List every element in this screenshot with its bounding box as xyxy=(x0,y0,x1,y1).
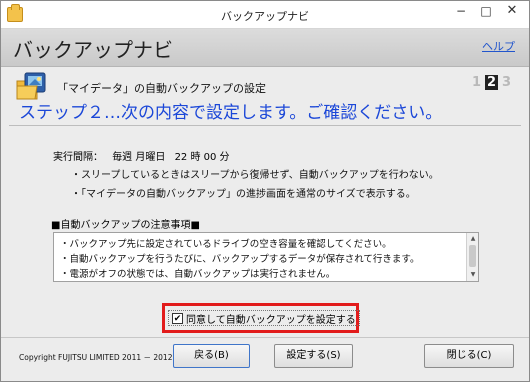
maximize-button[interactable]: □ xyxy=(475,1,497,21)
back-button[interactable]: 戻る(B) xyxy=(173,344,250,368)
step-indicator: 123 xyxy=(468,75,513,90)
notes-title: ■自動バックアップの注意事項■ xyxy=(51,220,200,231)
step-1: 1 xyxy=(471,75,482,90)
scroll-down-arrow-icon[interactable]: ▼ xyxy=(468,270,478,280)
step-2-current: 2 xyxy=(485,75,498,90)
backup-folder-icon xyxy=(16,72,46,100)
note-line: ・電源がオフの状態では、自動バックアップは実行されません。 xyxy=(60,269,336,280)
schedule-frequency: 毎週 月曜日 xyxy=(112,152,166,163)
notes-textbox[interactable]: ・バックアップ先に設定されているドライブの空き容量を確認してください。 ・自動バ… xyxy=(53,232,479,282)
close-button[interactable]: 閉じる(C) xyxy=(424,344,514,368)
backup-navi-window: バックアップナビ − □ ✕ バックアップナビ ヘルプ 「マイデータ」の自動バッ… xyxy=(0,0,530,382)
note-line: ・バックアップ先に設定されているドライブの空き容量を確認してください。 xyxy=(60,239,392,250)
scroll-up-arrow-icon[interactable]: ▲ xyxy=(468,234,478,244)
agree-checkbox-row[interactable]: ✔ 同意して自動バックアップを設定する xyxy=(168,310,360,326)
setting-bullet-sleep: ・スリープしているときはスリープから復帰せず、自動バックアップを行わない。 xyxy=(71,170,439,181)
agree-checkbox[interactable]: ✔ xyxy=(172,312,183,324)
set-button[interactable]: 設定する(S) xyxy=(274,344,353,368)
minimize-button[interactable]: − xyxy=(450,1,472,21)
note-line: ・自動バックアップを行うたびに、バックアップするデータが保存されて行きます。 xyxy=(60,254,420,265)
header-band: バックアップナビ ヘルプ xyxy=(1,29,529,67)
divider xyxy=(9,125,521,126)
help-link[interactable]: ヘルプ xyxy=(482,38,515,54)
schedule-row: 実行間隔： 毎週 月曜日 22 時 00 分 xyxy=(53,148,236,163)
schedule-time: 22 時 00 分 xyxy=(174,152,230,163)
schedule-label: 実行間隔： xyxy=(53,152,103,163)
title-bar: バックアップナビ − □ ✕ xyxy=(1,1,529,29)
step-heading: ステップ２…次の内容で設定します。ご確認ください。 xyxy=(19,103,443,123)
notes-scrollbar[interactable]: ▲ ▼ xyxy=(466,233,478,281)
agree-label[interactable]: 同意して自動バックアップを設定する xyxy=(186,311,356,326)
scroll-thumb[interactable] xyxy=(469,245,476,267)
close-window-button[interactable]: ✕ xyxy=(497,1,527,21)
footer-divider xyxy=(1,337,529,338)
step-3: 3 xyxy=(501,75,512,90)
step-subtitle: 「マイデータ」の自動バックアップの設定 xyxy=(57,82,266,95)
page-title: バックアップナビ xyxy=(13,38,173,62)
setting-bullet-progress: ・「マイデータの自動バックアップ」の進捗画面を通常のサイズで表示する。 xyxy=(71,189,416,200)
copyright-text: Copyright FUJITSU LIMITED 2011 － 2012 xyxy=(19,353,173,362)
